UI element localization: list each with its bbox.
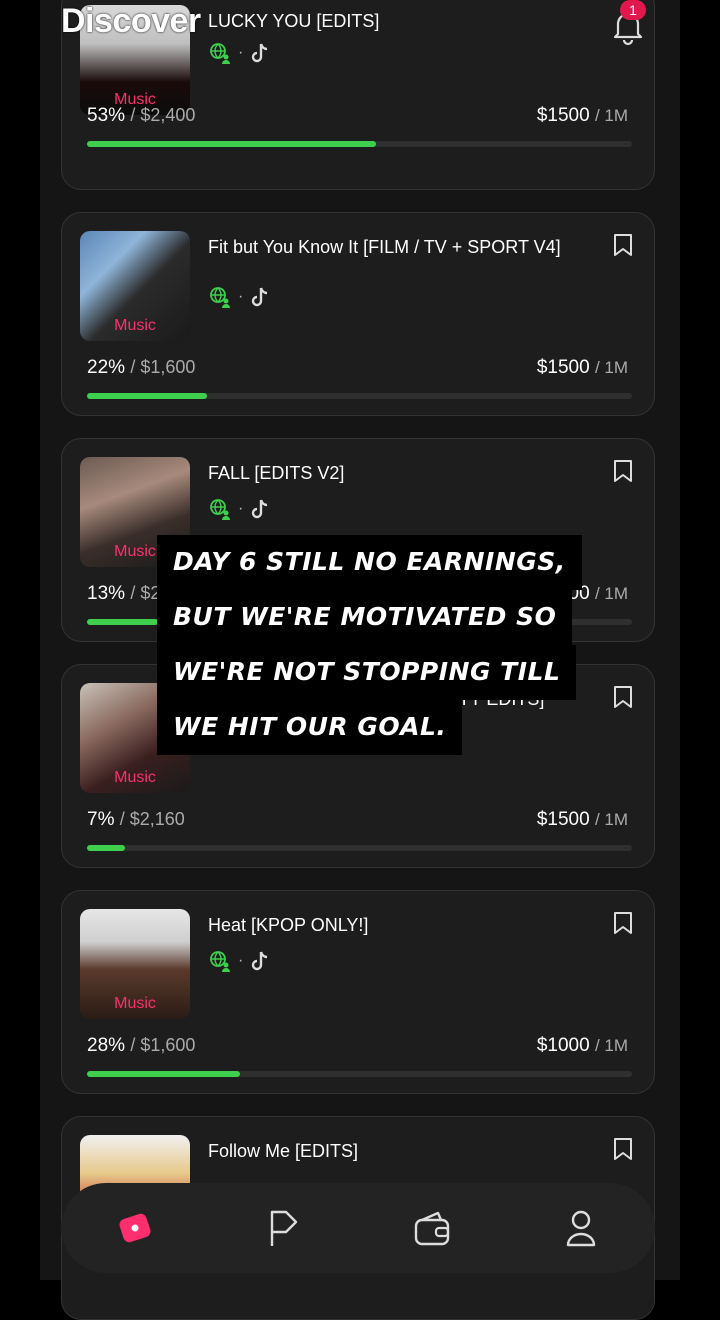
budget-value: / $2 xyxy=(130,583,161,603)
payout-rate: $1500 / 1M xyxy=(537,357,628,379)
budget-value: / $2,400 xyxy=(130,105,196,125)
progress-bar xyxy=(87,1071,632,1077)
percent-value: 7% xyxy=(87,809,115,830)
category-tag: Music xyxy=(114,769,156,786)
campaign-title: Fit but You Know It [FILM / TV + SPORT V… xyxy=(208,237,561,257)
bookmark-button[interactable] xyxy=(612,233,634,262)
category-tag: Music xyxy=(114,995,156,1012)
percent-value: 28% xyxy=(87,1035,126,1056)
rate-per: / 1M xyxy=(594,584,628,603)
percent-value: 13% xyxy=(87,583,126,604)
payout-rate: $1500 / 1M xyxy=(537,105,628,127)
progress-bar xyxy=(87,845,632,851)
bookmark-icon xyxy=(614,1138,632,1160)
campaign-title: FALL [EDITS V2] xyxy=(208,463,345,483)
separator-dot: · xyxy=(238,44,244,61)
bookmark-button[interactable] xyxy=(612,1137,634,1166)
platforms: · xyxy=(208,949,271,973)
bottom-nav xyxy=(61,1183,655,1273)
rate-per: / 1M xyxy=(594,810,628,829)
progress-bar xyxy=(87,393,632,399)
nav-wallet[interactable] xyxy=(402,1198,462,1258)
bookmark-button[interactable] xyxy=(612,459,634,488)
globe-user-icon xyxy=(210,951,230,972)
globe-user-icon xyxy=(210,43,230,64)
progress-fill xyxy=(87,845,126,851)
globe-user-icon xyxy=(210,287,230,308)
campaign-card[interactable]: Music Fit but You Know It [FILM / TV + S… xyxy=(61,212,655,416)
separator-dot: · xyxy=(238,952,244,969)
progress-fill xyxy=(87,619,158,625)
progress-percent: 28% / $1,600 xyxy=(87,1035,195,1057)
campaign-title: Follow Me [EDITS] xyxy=(208,1141,359,1161)
tiktok-icon xyxy=(252,43,268,63)
globe-user-icon xyxy=(210,499,230,520)
rate-per: / 1M xyxy=(594,1036,628,1055)
platforms: · xyxy=(208,285,271,309)
flag-icon xyxy=(270,1210,297,1246)
payout-rate: $1500 / 1M xyxy=(537,809,628,831)
progress-bar xyxy=(87,141,632,147)
rate-value: $1000 xyxy=(536,1035,590,1056)
wallet-icon xyxy=(415,1211,450,1246)
rate-value: $1500 xyxy=(536,809,590,830)
progress-percent: 53% / $2,400 xyxy=(87,105,195,127)
bookmark-button[interactable] xyxy=(612,685,634,714)
progress-fill xyxy=(87,1071,240,1077)
bookmark-icon xyxy=(614,686,632,708)
page-title: Discover xyxy=(61,2,201,40)
campaign-card[interactable]: Music Heat [KPOP ONLY!] · 28% / $1,600 $… xyxy=(61,890,655,1094)
rate-value: $1500 xyxy=(536,357,590,378)
bookmark-icon xyxy=(614,460,632,482)
budget-value: / $2,160 xyxy=(119,809,185,829)
percent-value: 22% xyxy=(87,357,126,378)
tiktok-icon xyxy=(252,499,268,519)
rate-per: / 1M xyxy=(594,358,628,377)
discover-icon xyxy=(119,1213,151,1243)
caption-line: BUT WE'RE MOTIVATED SO xyxy=(157,590,573,645)
caption-line: WE HIT OUR GOAL. xyxy=(157,700,463,755)
campaign-thumbnail: Music xyxy=(80,231,190,341)
bookmark-icon xyxy=(614,912,632,934)
bookmark-button[interactable] xyxy=(612,911,634,940)
tiktok-icon xyxy=(252,951,268,971)
video-caption: DAY 6 STILL NO EARNINGS, BUT WE'RE MOTIV… xyxy=(157,535,582,755)
separator-dot: · xyxy=(238,500,244,517)
platforms: · xyxy=(208,41,271,65)
progress-percent: 22% / $1,600 xyxy=(87,357,195,379)
rate-per: / 1M xyxy=(594,106,628,125)
campaign-thumbnail: Music xyxy=(80,909,190,1019)
category-tag: Music xyxy=(114,317,156,334)
campaign-title: LUCKY YOU [EDITS] xyxy=(208,11,380,31)
progress-percent: 13% / $2 xyxy=(87,583,160,605)
tiktok-icon xyxy=(252,287,268,307)
percent-value: 53% xyxy=(87,105,126,126)
budget-value: / $1,600 xyxy=(130,357,196,377)
platforms: · xyxy=(208,497,271,521)
caption-line: WE'RE NOT STOPPING TILL xyxy=(157,645,577,700)
progress-percent: 7% / $2,160 xyxy=(87,809,185,831)
budget-value: / $1,600 xyxy=(130,1035,196,1055)
notification-badge: 1 xyxy=(620,0,646,20)
progress-fill xyxy=(87,393,207,399)
nav-discover[interactable] xyxy=(105,1198,165,1258)
nav-profile[interactable] xyxy=(551,1198,611,1258)
progress-fill xyxy=(87,141,376,147)
bookmark-icon xyxy=(614,234,632,256)
separator-dot: · xyxy=(238,288,244,305)
nav-campaigns[interactable] xyxy=(254,1198,314,1258)
campaign-title: Heat [KPOP ONLY!] xyxy=(208,915,369,935)
rate-value: $1500 xyxy=(536,105,590,126)
payout-rate: $1000 / 1M xyxy=(537,1035,628,1057)
profile-icon xyxy=(566,1210,595,1247)
caption-line: DAY 6 STILL NO EARNINGS, xyxy=(157,535,582,590)
